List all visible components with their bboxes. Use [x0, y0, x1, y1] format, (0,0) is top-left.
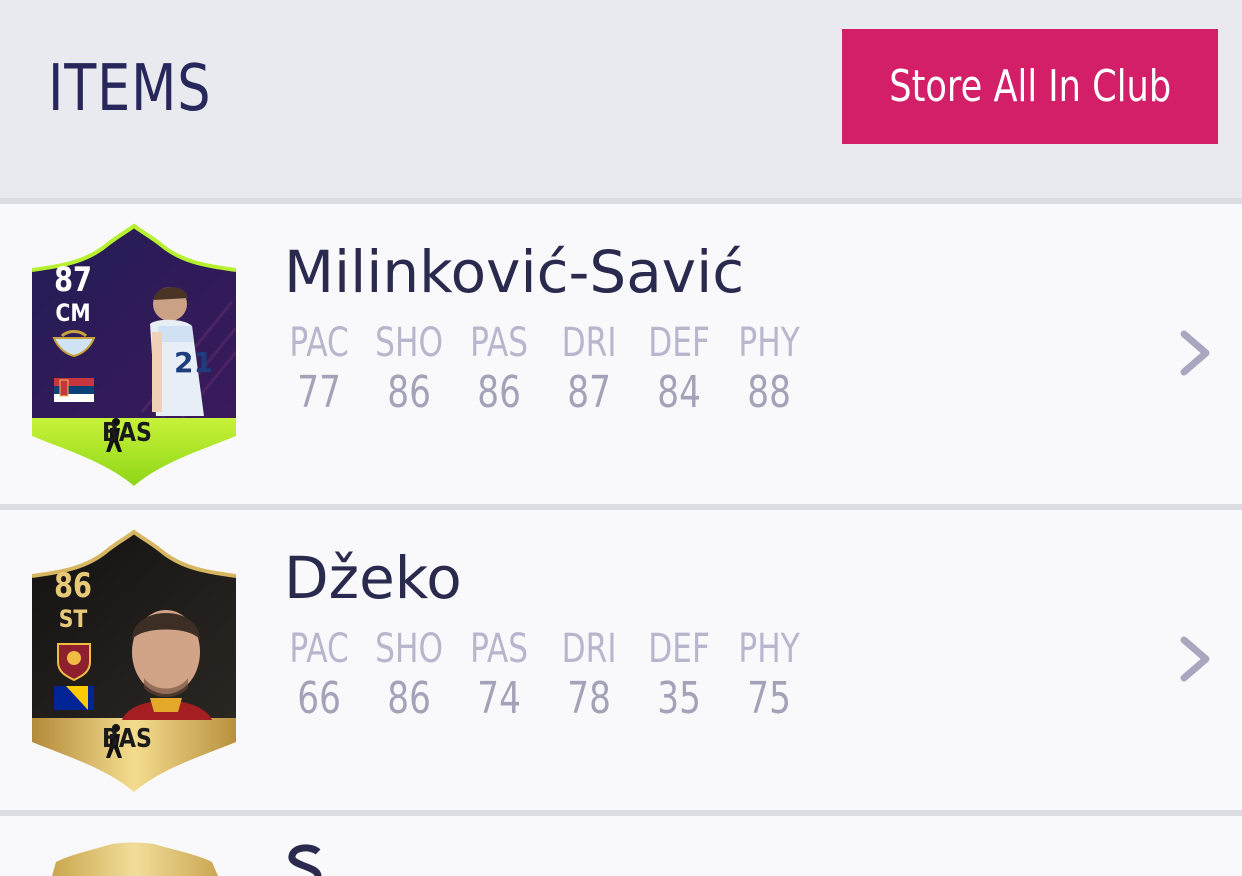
stat-label: SHO: [375, 320, 444, 366]
header: ITEMS Store All In Club: [0, 0, 1242, 198]
card-position: CM: [55, 299, 91, 327]
stat-phy: PHY 88: [734, 320, 804, 420]
stat-value: 84: [657, 367, 701, 418]
stat-sho: SHO 86: [374, 320, 444, 420]
stat-value: 75: [747, 673, 791, 724]
player-card: 86 ST BAS: [32, 528, 236, 794]
stat-pac: PAC 66: [284, 626, 354, 726]
list-item-partial[interactable]: [0, 816, 1242, 876]
store-all-in-club-label: Store All In Club: [889, 61, 1171, 112]
stat-dri: DRI 78: [554, 626, 624, 726]
chevron-right-icon[interactable]: [1176, 634, 1216, 684]
card-position: ST: [58, 605, 88, 633]
stat-pas: PAS 86: [464, 320, 534, 420]
chevron-right-icon[interactable]: [1176, 328, 1216, 378]
card-rating: 86: [54, 566, 92, 606]
stat-label: PAC: [289, 626, 349, 672]
stat-label: PHY: [738, 626, 800, 672]
stat-value: 78: [567, 673, 611, 724]
stat-value: 77: [297, 367, 341, 418]
stat-pas: PAS 74: [464, 626, 534, 726]
stat-value: 66: [297, 673, 341, 724]
card-chemistry-style: BAS: [102, 724, 152, 754]
player-name: Milinković-Savić: [284, 238, 745, 306]
stat-label: PAC: [289, 320, 349, 366]
stat-value: 88: [747, 367, 791, 418]
stat-label: SHO: [375, 626, 444, 672]
stat-label: DEF: [648, 626, 710, 672]
stat-sho: SHO 86: [374, 626, 444, 726]
stat-label: PAS: [470, 320, 529, 366]
player-card-partial: [52, 842, 218, 876]
stat-def: DEF 35: [644, 626, 714, 726]
player-name: Džeko: [284, 544, 462, 612]
player-stats: PAC 66 SHO 86 PAS 74 DRI 78 DEF 35 PHY 7…: [284, 626, 824, 726]
stat-value: 87: [567, 367, 611, 418]
store-all-in-club-button[interactable]: Store All In Club: [842, 29, 1218, 144]
card-rating: 87: [54, 260, 92, 300]
svg-text:21: 21: [174, 346, 213, 379]
stat-label: DRI: [561, 320, 617, 366]
partial-name-glyph: [288, 844, 322, 876]
stat-value: 74: [477, 673, 521, 724]
list-item-milinkovic-savic[interactable]: 21 87 CM BAS Milinković-Savić PAC 77 SHO…: [0, 204, 1242, 504]
card-chemistry-style: BAS: [102, 418, 152, 448]
player-stats: PAC 77 SHO 86 PAS 86 DRI 87 DEF 84 PHY 8…: [284, 320, 824, 420]
page-title: ITEMS: [48, 52, 212, 126]
stat-value: 86: [477, 367, 521, 418]
stat-def: DEF 84: [644, 320, 714, 420]
stat-value: 86: [387, 673, 431, 724]
stat-label: DEF: [648, 320, 710, 366]
stat-phy: PHY 75: [734, 626, 804, 726]
stat-value: 35: [657, 673, 701, 724]
stat-dri: DRI 87: [554, 320, 624, 420]
stat-label: PAS: [470, 626, 529, 672]
stat-value: 86: [387, 367, 431, 418]
items-list: 21 87 CM BAS Milinković-Savić PAC 77 SHO…: [0, 198, 1242, 876]
stat-label: PHY: [738, 320, 800, 366]
stat-label: DRI: [561, 626, 617, 672]
player-card: 21 87 CM BAS: [32, 222, 236, 488]
list-item-dzeko[interactable]: 86 ST BAS Džeko PAC 66 SHO 86 PAS 74 DRI…: [0, 510, 1242, 810]
stat-pac: PAC 77: [284, 320, 354, 420]
